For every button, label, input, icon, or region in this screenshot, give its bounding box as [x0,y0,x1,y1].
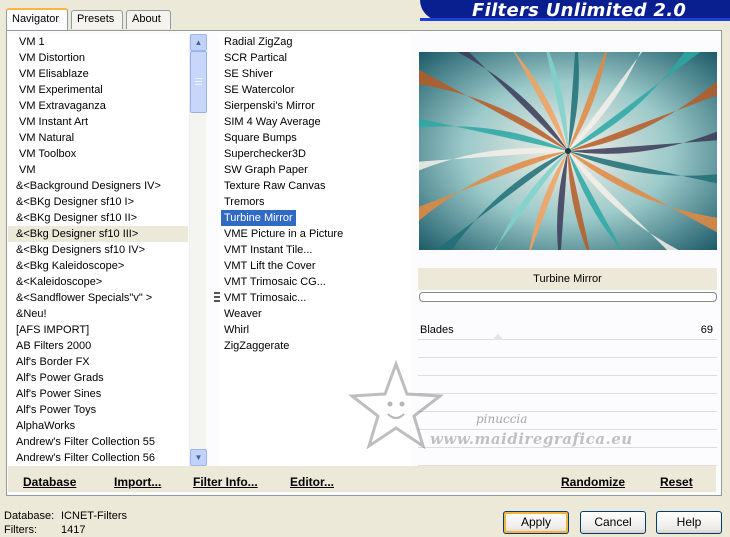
bottom-toolbar: Database Import... Filter Info... Editor… [8,466,716,492]
category-item[interactable]: &<Bkg Designer sf10 III> [8,226,188,242]
param-row-empty [418,412,717,430]
category-item[interactable]: VM Natural [8,130,188,146]
category-item[interactable]: VM Experimental [8,82,188,98]
category-item[interactable]: Alf's Border FX [8,354,188,370]
param-row-empty [418,340,717,358]
editor-button[interactable]: Editor... [290,475,334,489]
tab-navigator[interactable]: Navigator [6,8,68,30]
app-title: Filters Unlimited 2.0 [472,0,687,21]
reset-button[interactable]: Reset [660,475,693,489]
param-row-blades[interactable]: Blades 69 [418,322,717,340]
param-row-empty [418,448,717,466]
category-item[interactable]: VM Extravaganza [8,98,188,114]
param-label: Blades [420,324,454,336]
status-area: Database: ICNET-Filters Filters: 1417 [4,509,127,537]
filter-item[interactable]: Turbine Mirror [218,210,410,226]
category-item[interactable]: &<Background Designers IV> [8,178,188,194]
database-status-value: ICNET-Filters [61,510,127,522]
filter-item[interactable]: Superchecker3D [218,146,410,162]
scroll-down-button[interactable]: ▼ [190,449,207,466]
category-list[interactable]: VM 1 VM Distortion VM Elisablaze VM Experim… [8,34,188,466]
filter-item[interactable]: SE Watercolor [218,82,410,98]
filter-item[interactable]: Weaver [218,306,410,322]
tab-about[interactable]: About [126,10,171,29]
param-row-empty [418,376,717,394]
filter-item[interactable]: VMT Trimosaic... [218,290,410,306]
category-item[interactable]: &<Bkg Designers sf10 IV> [8,242,188,258]
filters-count-label: Filters: [4,524,37,536]
database-button[interactable]: Database [23,475,76,489]
tab-presets[interactable]: Presets [71,10,123,29]
category-item[interactable]: &Neu! [8,306,188,322]
filter-item[interactable]: VMT Trimosaic CG... [218,274,410,290]
filter-item[interactable]: SE Shiver [218,66,410,82]
category-item[interactable]: &<BKg Designer sf10 II> [8,210,188,226]
category-item[interactable]: VM Instant Art [8,114,188,130]
category-item[interactable]: AB Filters 2000 [8,338,188,354]
watermark-site: www.maidiregrafica.eu [430,430,633,448]
filter-item[interactable]: Square Bumps [218,130,410,146]
category-item[interactable]: &<Bkg Kaleidoscope> [8,258,188,274]
param-row-empty [418,394,717,412]
randomize-button[interactable]: Randomize [561,475,625,489]
preview-image [419,52,717,250]
category-item[interactable]: Alf's Power Sines [8,386,188,402]
category-item[interactable]: VM Distortion [8,50,188,66]
progress-bar [419,292,717,302]
scroll-up-button[interactable]: ▲ [190,34,207,51]
filter-item-selected[interactable]: Turbine Mirror [221,210,296,226]
category-item[interactable]: VM [8,162,188,178]
filter-item[interactable]: SCR Partical [218,50,410,66]
category-item[interactable]: VM Toolbox [8,146,188,162]
category-item[interactable]: &<BKg Designer sf10 I> [8,194,188,210]
category-item[interactable]: Alf's Power Toys [8,402,188,418]
filter-item[interactable]: Sierpenski's Mirror [218,98,410,114]
scroll-thumb[interactable] [190,51,207,113]
filter-name-label: Turbine Mirror [418,268,717,290]
filter-item[interactable]: VMT Instant Tile... [218,242,410,258]
filter-item[interactable]: SW Graph Paper [218,162,410,178]
watermark-name: pinuccia [476,412,528,426]
category-item[interactable]: AlphaWorks [8,418,188,434]
import-button[interactable]: Import... [114,475,161,489]
category-item[interactable]: Andrew's Filter Collection 56 [8,450,188,466]
filter-item[interactable]: Whirl [218,322,410,338]
filter-item[interactable]: ZigZaggerate [218,338,410,354]
param-value: 69 [700,324,713,336]
filter-item[interactable]: VME Picture in a Picture [218,226,410,242]
category-item[interactable]: &<Sandflower Specials"v" > [8,290,188,306]
filter-item[interactable]: VMT Lift the Cover [218,258,410,274]
filter-item[interactable]: Tremors [218,194,410,210]
category-item[interactable]: &<Kaleidoscope> [8,274,188,290]
turbine-preview-graphic [419,52,717,250]
param-row-empty [418,358,717,376]
category-item[interactable]: VM 1 [8,34,188,50]
filters-count-value: 1417 [61,524,86,536]
drag-handle-icon[interactable] [214,292,220,304]
filter-info-button[interactable]: Filter Info... [193,475,258,489]
filter-item[interactable]: Radial ZigZag [218,34,410,50]
category-scrollbar[interactable]: ▲ ▼ [189,34,207,466]
filter-item[interactable]: SIM 4 Way Average [218,114,410,130]
category-item[interactable]: Alf's Power Grads [8,370,188,386]
category-item[interactable]: Andrew's Filter Collection 55 [8,434,188,450]
filter-item[interactable]: Texture Raw Canvas [218,178,410,194]
database-status-label: Database: [4,510,55,522]
category-item[interactable]: VM Elisablaze [8,66,188,82]
category-item[interactable]: [AFS IMPORT] [8,322,188,338]
